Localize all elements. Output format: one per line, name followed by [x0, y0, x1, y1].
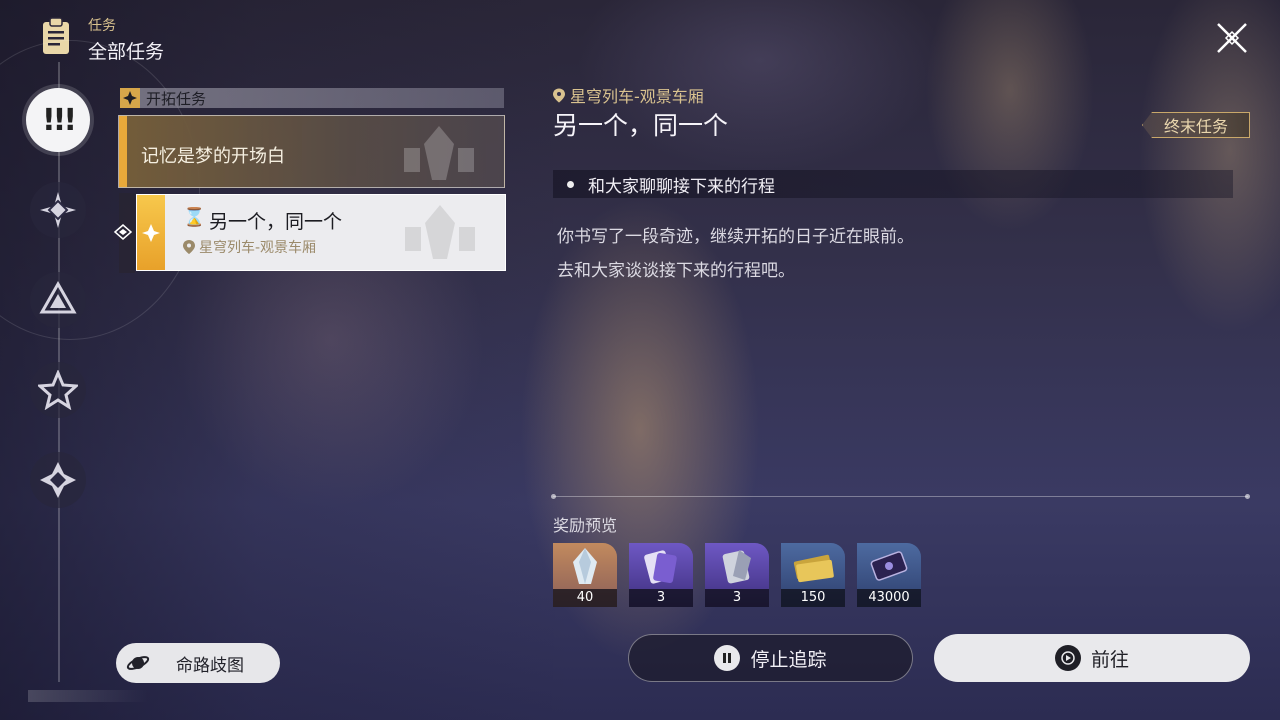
description-line: 你书写了一段奇迹，继续开拓的日子近在眼前。 [557, 227, 914, 247]
triangle-icon [39, 280, 77, 314]
reward-item[interactable]: 3 [629, 543, 693, 607]
quest-description: 你书写了一段奇迹，继续开拓的日子近在眼前。 去和大家谈谈接下来的行程吧。 [557, 220, 914, 288]
reward-divider [551, 494, 1250, 499]
path-map-label: 命路歧图 [176, 655, 244, 676]
quest-item-selected[interactable]: ⌛ 另一个，同一个 星穹列车-观景车厢 [136, 194, 506, 271]
reward-item[interactable]: 40 [553, 543, 617, 607]
credit-icon [781, 543, 845, 589]
ticket-purple-icon [629, 543, 693, 589]
stop-tracking-button[interactable]: 停止追踪 [628, 634, 913, 682]
objective-text: 和大家聊聊接下来的行程 [588, 176, 775, 197]
hourglass-icon: ⌛ [183, 207, 206, 228]
quest-group-header: 开拓任务 [120, 88, 504, 108]
trailblaze-icon [120, 88, 140, 108]
pause-icon [714, 645, 741, 671]
diamond-star-icon [40, 192, 76, 228]
quest-title: 另一个，同一个 [209, 211, 343, 233]
reward-item[interactable]: 43000 [857, 543, 921, 607]
planet-icon [126, 656, 150, 670]
quest-objective: 和大家聊聊接下来的行程 [553, 170, 1233, 198]
go-button[interactable]: 前往 [934, 634, 1250, 682]
reward-count: 150 [781, 589, 845, 607]
reward-item[interactable]: 3 [705, 543, 769, 607]
star-icon [38, 370, 78, 410]
path-map-button[interactable]: 命路歧图 [116, 643, 280, 683]
crystal-icon [553, 543, 617, 589]
close-icon[interactable] [1212, 18, 1252, 58]
rail-bottom-decoration [28, 690, 148, 702]
final-quest-badge: 终末任务 [1142, 112, 1250, 138]
reward-count: 43000 [857, 589, 921, 607]
emblem-icon [404, 126, 474, 180]
reward-count: 40 [553, 589, 617, 607]
trailblaze-icon [142, 223, 160, 242]
emblem-icon [405, 205, 475, 259]
location-pin-icon [183, 240, 195, 254]
selection-arrow-icon [113, 224, 133, 240]
quest-type-strip [137, 195, 165, 270]
detail-location-text: 星穹列车-观景车厢 [570, 87, 704, 106]
navigate-icon [1054, 645, 1081, 671]
reward-count: 3 [705, 589, 769, 607]
quest-location: 星穹列车-观景车厢 [183, 237, 316, 257]
quest-location-text: 星穹列车-观景车厢 [199, 240, 317, 256]
category-adventure[interactable] [30, 362, 86, 418]
location-pin-icon [553, 88, 565, 102]
detail-location: 星穹列车-观景车厢 [553, 83, 704, 107]
reward-preview-label: 奖励预览 [553, 516, 618, 535]
quest-group-label: 开拓任务 [146, 89, 207, 108]
category-all-quests[interactable]: !!! [26, 88, 90, 152]
reward-list: 40 3 3 150 43000 [553, 543, 921, 607]
category-companion[interactable] [30, 272, 86, 328]
quest-title: 记忆是梦的开场白 [141, 146, 285, 167]
go-label: 前往 [1090, 648, 1129, 671]
quest-item[interactable]: 记忆是梦的开场白 [118, 115, 505, 188]
reward-count: 3 [629, 589, 693, 607]
reward-item[interactable]: 150 [781, 543, 845, 607]
category-daily[interactable] [30, 452, 86, 508]
stop-tracking-label: 停止追踪 [750, 648, 827, 671]
objective-bullet [567, 180, 574, 188]
category-trailblaze[interactable] [30, 182, 86, 238]
ticket-silver-icon [705, 543, 769, 589]
card-icon [857, 543, 921, 589]
quest-detail-title: 另一个，同一个 [553, 111, 729, 140]
compass-star-icon [40, 462, 76, 498]
description-line: 去和大家谈谈接下来的行程吧。 [557, 261, 795, 281]
exclamation-icon: !!! [41, 102, 77, 138]
header-category-label: 任务 [88, 18, 116, 34]
